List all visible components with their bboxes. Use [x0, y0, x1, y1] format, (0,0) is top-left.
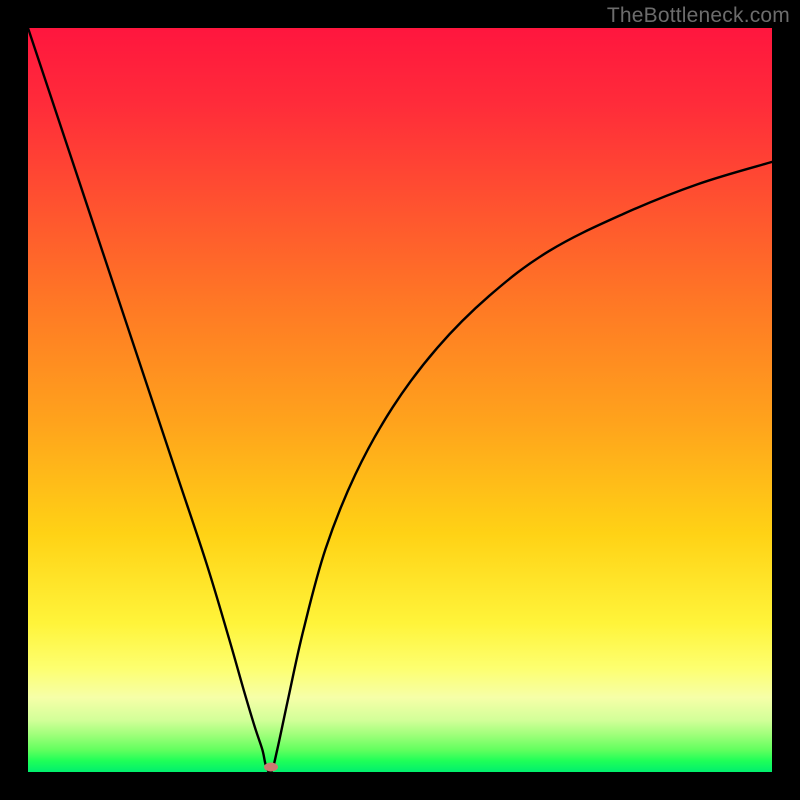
bottleneck-curve	[28, 28, 772, 772]
attribution-text: TheBottleneck.com	[607, 4, 790, 28]
chart-frame: TheBottleneck.com	[0, 0, 800, 800]
chart-plot-area	[28, 28, 772, 772]
optimal-point-marker	[264, 762, 278, 771]
chart-curve-layer	[28, 28, 772, 772]
